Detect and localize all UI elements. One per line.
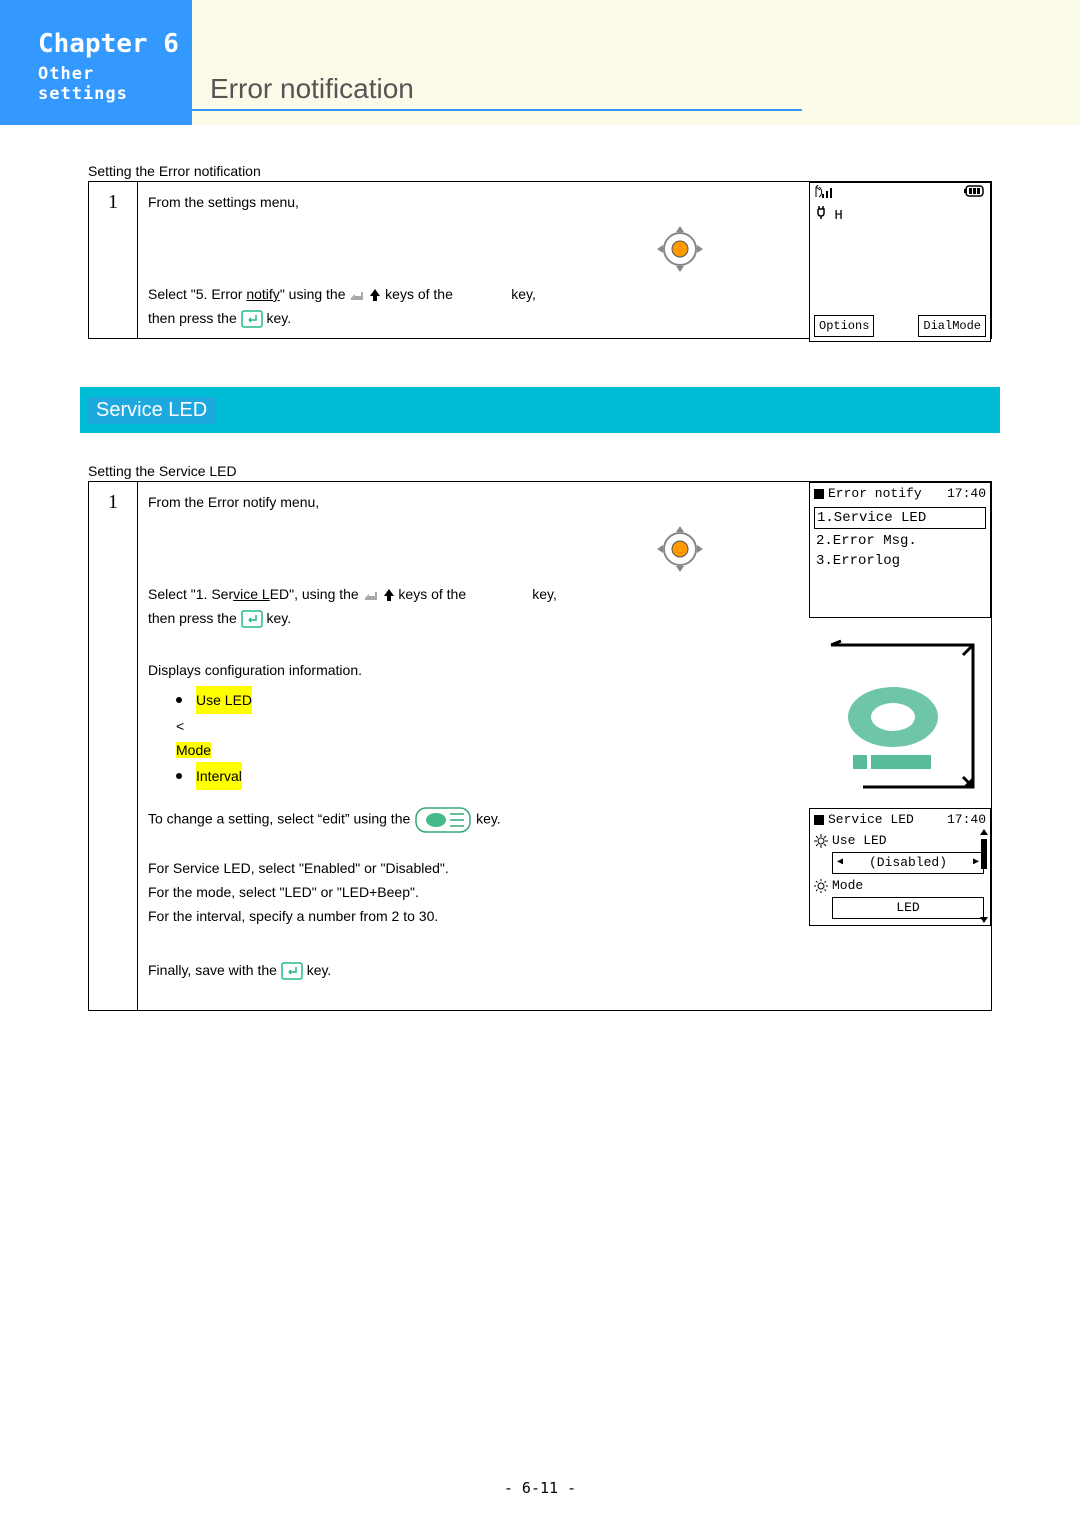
- section-caption-2: Setting the Service LED: [88, 463, 992, 482]
- lcd-time: 17:40: [947, 810, 986, 830]
- enter-key-icon: [241, 610, 263, 628]
- bullet-dot: [176, 697, 182, 703]
- step-body: From the settings menu, Se: [138, 182, 992, 339]
- section-bar-label: Service LED: [88, 397, 215, 424]
- lcd-title: Error notify: [828, 486, 922, 501]
- gear-icon: [814, 879, 828, 893]
- enter-key-icon: [241, 310, 263, 328]
- chapter-label: Chapter 6: [38, 30, 180, 58]
- bullet-item: Interval: [196, 762, 242, 790]
- page-number: - 6-11 -: [0, 1479, 1080, 1497]
- step-table-2: 1 From the Error notify menu,: [88, 482, 992, 1011]
- channel-label: H: [834, 208, 842, 224]
- signal-icon: [814, 185, 838, 199]
- plug-icon: [816, 205, 826, 219]
- lcd-time: 17:40: [947, 484, 986, 504]
- hand-icon: [349, 288, 365, 302]
- dpad-key-icon: [653, 222, 707, 276]
- step-number: 1: [89, 482, 138, 1011]
- sun-icon: [814, 834, 828, 848]
- up-arrow-icon: [383, 588, 395, 602]
- page-title: Error notification: [210, 73, 414, 105]
- step-line: Finally, save with the key.: [148, 958, 981, 982]
- step-table-1: 1 From the settings menu,: [88, 182, 992, 339]
- page-banner: Chapter 6 Other settings Error notificat…: [0, 0, 1080, 125]
- bullet-item: Mode: [176, 742, 211, 758]
- hand-icon: [363, 588, 379, 602]
- battery-icon: [964, 185, 986, 197]
- step-number: 1: [89, 182, 138, 339]
- lcd-field-value: LED: [832, 897, 984, 919]
- scrollbar: [980, 829, 988, 923]
- device-screen-home: H Options DialMode: [809, 182, 991, 342]
- lcd-field-value: ◀ (Disabled) ▶: [832, 852, 984, 874]
- lcd-field-label: Mode: [832, 876, 863, 896]
- softkey-dialmode: DialMode: [918, 315, 986, 337]
- bullet-item: Use LED: [196, 686, 252, 714]
- enter-key-icon: [281, 962, 303, 980]
- softkey-options: Options: [814, 315, 874, 337]
- lcd-field-label: Use LED: [832, 831, 887, 851]
- section-bar: Service LED: [80, 387, 1000, 433]
- dpad-key-icon: [653, 522, 707, 576]
- device-screen-serviceled: Service LED 17:40 Use LED ◀ (Disabled) ▶: [809, 808, 991, 926]
- lcd-selected-row: 1.Service LED: [814, 507, 986, 529]
- device-screen-errornotify: Error notify 17:40 1.Service LED 2.Error…: [809, 482, 991, 618]
- lcd-row: 2.Error Msg.: [810, 531, 990, 551]
- bullet-dot: [176, 773, 182, 779]
- chapter-subtitle: Other settings: [38, 64, 180, 104]
- send-key-icon: [414, 806, 472, 834]
- lcd-row: 3.Errorlog: [810, 551, 990, 571]
- section-caption-1: Setting the Error notification: [88, 163, 992, 182]
- send-illustration: [823, 637, 983, 797]
- up-arrow-icon: [369, 288, 381, 302]
- lcd-title: Service LED: [828, 812, 914, 827]
- step-body: From the Error notify menu, Select "1: [138, 482, 992, 1011]
